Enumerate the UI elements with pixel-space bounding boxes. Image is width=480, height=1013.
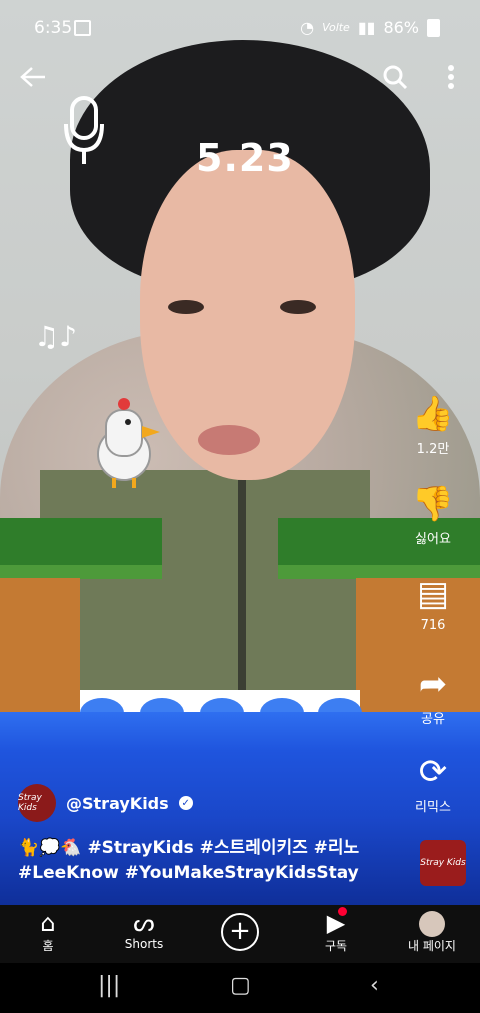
shorts-icon: ᔕ bbox=[133, 909, 155, 937]
dislike-button[interactable]: 👎 싫어요 bbox=[398, 486, 468, 547]
nav-shorts[interactable]: ᔕ Shorts bbox=[96, 905, 192, 963]
video-caption[interactable]: 🐈💭🐔 #StrayKids #스트레이키즈 #리노 #LeeKnow #You… bbox=[18, 836, 398, 886]
plus-icon: + bbox=[221, 913, 259, 951]
nav-shorts-label: Shorts bbox=[124, 937, 164, 951]
date-overlay: 5.23 bbox=[196, 136, 294, 180]
channel-avatar[interactable]: Stray Kids bbox=[18, 784, 56, 822]
status-time: 6:35 bbox=[34, 18, 73, 38]
sound-thumbnail[interactable]: Stray Kids bbox=[420, 840, 466, 886]
caption-line-1: #StrayKids #스트레이키즈 #리노 bbox=[87, 838, 360, 858]
profile-avatar bbox=[419, 911, 445, 937]
subscriptions-icon: ▶ bbox=[326, 909, 346, 937]
share-arrow-icon: ➦ bbox=[418, 664, 448, 704]
microphone-sticker bbox=[64, 96, 104, 164]
remix-label: 리믹스 bbox=[415, 800, 451, 815]
home-button-icon[interactable]: ▢ bbox=[230, 973, 251, 998]
battery-icon bbox=[427, 18, 440, 37]
mouth bbox=[198, 425, 260, 455]
signal-icon: ▮▮ bbox=[357, 18, 376, 37]
nav-home-label: 홈 bbox=[42, 939, 54, 953]
comments-button[interactable]: ▤ 716 bbox=[398, 576, 468, 633]
battery-percent: 86% bbox=[383, 18, 419, 37]
dislike-label: 싫어요 bbox=[415, 532, 451, 547]
nav-subscriptions[interactable]: ▶ 구독 bbox=[288, 905, 384, 963]
notification-dot bbox=[337, 907, 347, 916]
image-notification-icon bbox=[74, 20, 91, 36]
channel-row[interactable]: Stray Kids @StrayKids ✓ bbox=[18, 784, 193, 822]
remix-icon: ⟳ bbox=[418, 752, 448, 792]
caption-emojis: 🐈💭🐔 bbox=[18, 838, 82, 858]
back-icon[interactable]: ‹ bbox=[370, 973, 379, 998]
volte-label: Volte bbox=[322, 21, 350, 34]
left-eye bbox=[168, 300, 204, 314]
more-options-icon[interactable] bbox=[436, 62, 466, 92]
back-arrow-icon[interactable] bbox=[18, 62, 48, 92]
recent-apps-icon[interactable]: ||| bbox=[98, 973, 120, 998]
right-eye bbox=[280, 300, 316, 314]
like-button[interactable]: 👍 1.2만 bbox=[398, 396, 468, 457]
like-count: 1.2만 bbox=[416, 442, 450, 457]
nav-my-page[interactable]: 내 페이지 bbox=[384, 905, 480, 963]
comment-count: 716 bbox=[420, 618, 446, 633]
caption-line-2: #LeeKnow #YouMakeStrayKidsStay bbox=[18, 863, 359, 883]
thumbs-up-icon: 👍 bbox=[411, 394, 455, 434]
thumbs-down-icon: 👎 bbox=[411, 484, 455, 524]
nav-mypage-label: 내 페이지 bbox=[408, 939, 456, 953]
status-bar: 6:35 ◔ Volte ▮▮ 86% bbox=[0, 0, 480, 52]
share-label: 공유 bbox=[421, 712, 445, 727]
nav-create[interactable]: + bbox=[192, 905, 288, 963]
wifi-icon: ◔ bbox=[300, 18, 315, 37]
system-navigation-bar: ||| ▢ ‹ bbox=[0, 963, 480, 1013]
remix-button[interactable]: ⟳ 리믹스 bbox=[398, 754, 468, 815]
music-notes-sticker: ♫♪ bbox=[34, 320, 77, 353]
home-icon: ⌂ bbox=[40, 909, 56, 937]
channel-handle[interactable]: @StrayKids bbox=[66, 794, 169, 813]
comment-icon: ▤ bbox=[416, 574, 450, 614]
bottom-nav: ⌂ 홈 ᔕ Shorts + ▶ 구독 내 페이지 bbox=[0, 905, 480, 963]
nav-home[interactable]: ⌂ 홈 bbox=[0, 905, 96, 963]
left-platform-edge bbox=[0, 565, 162, 579]
search-icon[interactable] bbox=[380, 62, 410, 92]
verified-badge-icon: ✓ bbox=[178, 796, 193, 810]
share-button[interactable]: ➦ 공유 bbox=[398, 666, 468, 727]
chicken-sticker bbox=[97, 398, 160, 488]
nav-subs-label: 구독 bbox=[324, 939, 348, 953]
